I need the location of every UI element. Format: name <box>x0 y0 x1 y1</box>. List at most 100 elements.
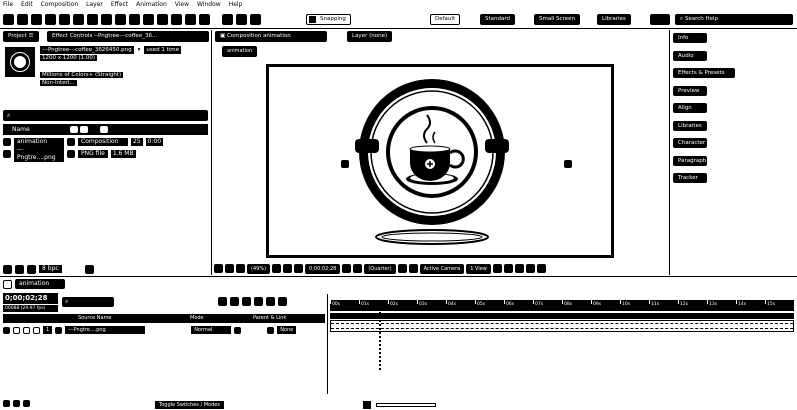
region-icon[interactable] <box>283 264 293 273</box>
mask-icon[interactable] <box>236 264 245 273</box>
flowchart-icon[interactable] <box>525 264 535 273</box>
lock-icon[interactable] <box>33 326 40 334</box>
column-mode[interactable]: Mode <box>190 314 204 323</box>
transparency-icon[interactable] <box>294 264 304 273</box>
camera-dropdown[interactable]: Active Camera <box>419 263 465 274</box>
layer-switches-icon[interactable] <box>3 400 10 407</box>
menu-file[interactable]: File <box>3 0 13 10</box>
time-ruler[interactable]: 00s 01s 02s 03s 04s 05s 06s 07s 08s 09s 10s 11s 12s 1… <box>330 300 794 311</box>
fast-preview-icon[interactable] <box>503 264 513 273</box>
motion-blur-icon[interactable] <box>254 297 263 306</box>
column-parent[interactable]: Parent & Link <box>253 314 286 323</box>
grid-icon[interactable] <box>272 264 282 273</box>
timecode-display[interactable]: 0;00;02;28 <box>305 263 341 274</box>
column-source-name[interactable]: Source Name <box>78 314 112 323</box>
timeline-timecode[interactable]: 0;00;02;28 <box>3 293 58 304</box>
label-icon[interactable] <box>70 126 78 133</box>
panel-effects-presets[interactable]: Effects & Presets <box>673 68 735 78</box>
camera-tool-icon[interactable] <box>73 14 84 25</box>
view-axis-icon[interactable] <box>250 14 261 25</box>
project-search-input[interactable]: ⌕ <box>3 110 208 121</box>
menu-animation[interactable]: Animation <box>136 0 167 10</box>
menu-effect[interactable]: Effect <box>111 0 128 10</box>
puppet-tool-icon[interactable] <box>199 14 210 25</box>
snapshot-icon[interactable] <box>342 264 352 273</box>
snapping-toggle[interactable]: Snapping <box>306 14 351 25</box>
visibility-icon[interactable] <box>3 326 10 334</box>
in-out-icon[interactable] <box>23 400 30 407</box>
rotate-tool-icon[interactable] <box>59 14 70 25</box>
hand-tool-icon[interactable] <box>31 14 42 25</box>
local-axis-icon[interactable] <box>222 14 233 25</box>
new-folder-icon[interactable] <box>15 264 24 274</box>
layer-mode[interactable]: Normal <box>191 326 232 334</box>
composition-canvas[interactable]: COFFEE TIME COFFEE TIME <box>266 64 614 258</box>
zoom-out-icon[interactable] <box>363 401 371 409</box>
timeline-search-input[interactable]: ⌕ <box>62 297 114 307</box>
search-help-field[interactable]: ⌕ Search Help <box>675 14 793 25</box>
workspace-standard[interactable]: Standard <box>480 14 516 25</box>
roi-icon[interactable] <box>397 264 407 273</box>
tab-effect-controls[interactable]: Effect Controls --Pngtree---coffee_36... <box>47 31 209 42</box>
audio-icon[interactable] <box>13 326 20 334</box>
shy-icon[interactable] <box>230 297 239 306</box>
table-row[interactable]: 1 ---Pngtre....png Normal None <box>3 325 325 335</box>
interpret-footage-icon[interactable] <box>3 264 12 274</box>
composition-flowchart-icon[interactable] <box>278 297 287 306</box>
size-icon[interactable] <box>100 126 108 133</box>
bpc-label[interactable]: 8 bpc <box>39 265 62 273</box>
draft-3d-icon[interactable] <box>218 297 227 306</box>
color-channel-icon[interactable] <box>353 264 363 273</box>
panel-align[interactable]: Align <box>673 103 707 113</box>
zoom-dropdown[interactable]: (49%) <box>247 263 271 274</box>
zoom-tool-icon[interactable] <box>45 14 56 25</box>
transfer-controls-icon[interactable] <box>13 400 20 407</box>
panel-paragraph[interactable]: Paragraph <box>673 156 707 166</box>
panel-tracker[interactable]: Tracker <box>673 173 707 183</box>
chevron-down-icon[interactable] <box>234 326 242 334</box>
panel-divider[interactable] <box>327 294 328 394</box>
menu-layer[interactable]: Layer <box>86 0 103 10</box>
eraser-tool-icon[interactable] <box>171 14 182 25</box>
pen-tool-icon[interactable] <box>115 14 126 25</box>
view-layout-dropdown[interactable]: 1 View <box>466 263 491 274</box>
close-icon[interactable] <box>3 279 12 289</box>
tab-timeline[interactable]: animation <box>15 279 65 289</box>
panel-libraries[interactable]: Libraries <box>673 121 707 131</box>
pan-behind-tool-icon[interactable] <box>87 14 98 25</box>
panel-divider[interactable] <box>211 30 212 275</box>
clone-stamp-tool-icon[interactable] <box>157 14 168 25</box>
current-time-indicator[interactable] <box>379 300 381 370</box>
resolution-dropdown[interactable]: (Quarter) <box>364 263 396 274</box>
panel-divider[interactable] <box>669 30 670 275</box>
tab-composition[interactable]: ▣ Composition animation <box>215 31 327 42</box>
home-icon[interactable] <box>3 14 14 25</box>
graph-editor-icon[interactable] <box>266 297 275 306</box>
chevron-down-icon[interactable]: ▾ <box>138 46 141 54</box>
menu-view[interactable]: View <box>175 0 189 10</box>
pickwhip-icon[interactable] <box>267 326 275 334</box>
type-tool-icon[interactable] <box>129 14 140 25</box>
workspace-libraries[interactable]: Libraries <box>597 14 631 25</box>
composition-viewer[interactable]: COFFEE TIME COFFEE TIME <box>214 58 667 261</box>
brush-tool-icon[interactable] <box>143 14 154 25</box>
tab-layer[interactable]: Layer (none) <box>347 31 393 42</box>
frame-blending-icon[interactable] <box>242 297 251 306</box>
column-name[interactable]: Name <box>12 126 30 133</box>
tab-project[interactable]: Project ☰ <box>3 31 39 42</box>
menu-window[interactable]: Window <box>197 0 221 10</box>
selection-tool-icon[interactable] <box>17 14 28 25</box>
reset-exposure-icon[interactable] <box>536 264 546 273</box>
always-preview-icon[interactable] <box>214 264 223 273</box>
menu-composition[interactable]: Composition <box>41 0 78 10</box>
workspace-overflow-icon[interactable] <box>650 14 670 25</box>
panel-preview[interactable]: Preview <box>673 86 707 96</box>
solo-icon[interactable] <box>23 326 30 334</box>
menu-help[interactable]: Help <box>229 0 243 10</box>
layer-name[interactable]: ---Pngtre....png <box>65 326 146 334</box>
workspace-small-screen[interactable]: Small Screen <box>534 14 580 25</box>
type-icon[interactable] <box>80 126 88 133</box>
toggle-pixel-icon[interactable] <box>492 264 502 273</box>
trash-icon[interactable] <box>84 264 94 274</box>
panel-info[interactable]: Info <box>673 33 707 43</box>
